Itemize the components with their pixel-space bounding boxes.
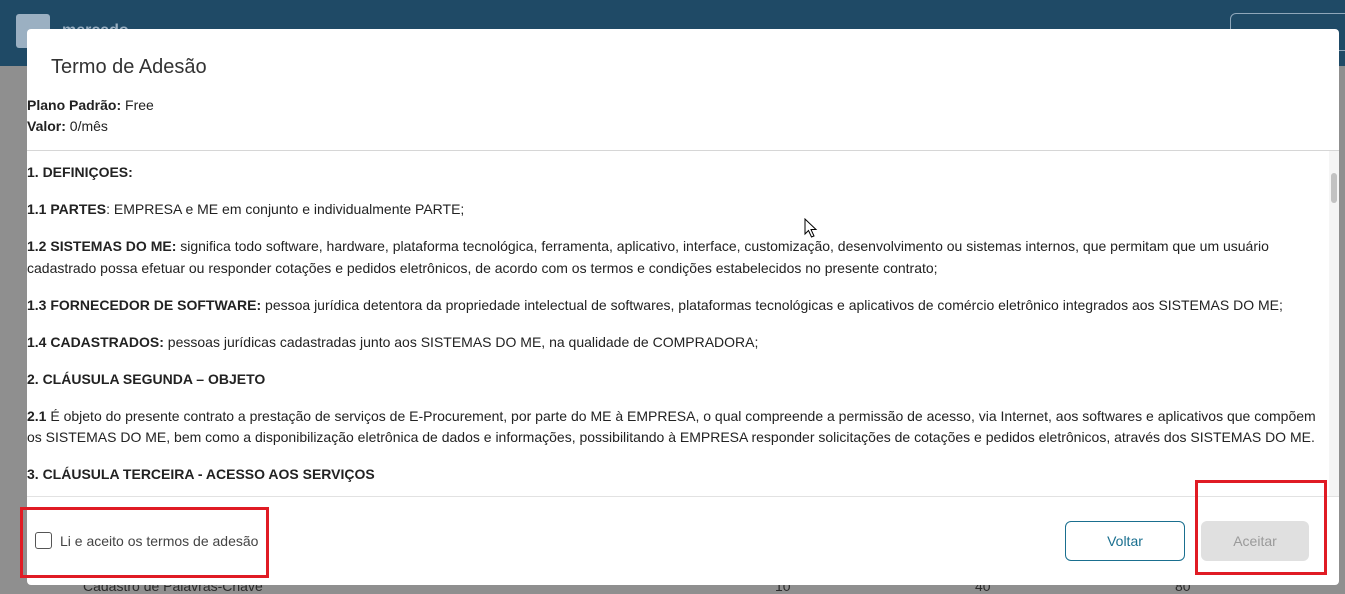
terms-scrollbar[interactable] (1329, 151, 1339, 496)
price-label: Valor: (27, 118, 66, 134)
section-heading: 1.1 PARTES (27, 201, 107, 217)
terms-section: 1.2 SISTEMAS DO ME: significa todo softw… (27, 236, 1329, 279)
highlight-box-checkbox (20, 507, 269, 578)
section-heading: 2. CLÁUSULA SEGUNDA – OBJETO (27, 370, 266, 387)
terms-scroll-area[interactable]: 1. DEFINIÇOES: 1.1 PARTES: EMPRESA e ME … (27, 151, 1339, 496)
highlight-box-accept (1195, 480, 1327, 575)
terms-section: 1.1 PARTES: EMPRESA e ME em conjunto e i… (27, 199, 1329, 221)
section-heading: 1.2 SISTEMAS DO ME: (27, 238, 177, 254)
section-heading: 1.4 CADASTRADOS: (27, 333, 164, 350)
terms-section: 1.3 FORNECEDOR DE SOFTWARE: pessoa juríd… (27, 295, 1329, 317)
section-heading: 2.1 (27, 407, 47, 424)
divider (27, 496, 1339, 497)
terms-text: 1. DEFINIÇOES: 1.1 PARTES: EMPRESA e ME … (27, 162, 1329, 496)
section-text: É objeto do presente contrato a prestaçã… (27, 407, 1316, 446)
terms-section: 2. CLÁUSULA SEGUNDA – OBJETO (27, 369, 1329, 391)
terms-modal: Termo de Adesão Plano Padrão: Free Valor… (27, 29, 1339, 585)
section-heading: 3. CLÁUSULA TERCEIRA - ACESSO AOS SERVIÇ… (27, 466, 375, 482)
price-row: Valor: 0/mês (27, 116, 154, 137)
section-text: : EMPRESA e ME em conjunto e individualm… (106, 201, 465, 217)
section-heading: 1. DEFINIÇOES: (27, 164, 133, 180)
plan-info: Plano Padrão: Free Valor: 0/mês (27, 95, 154, 137)
section-heading: 1.3 FORNECEDOR DE SOFTWARE: (27, 296, 262, 313)
mouse-cursor-icon (804, 218, 818, 238)
terms-section: 1. DEFINIÇOES: (27, 162, 1329, 184)
section-text: significa todo software, hardware, plata… (27, 238, 1269, 276)
plan-value: Free (125, 97, 154, 113)
terms-section: 2.1 É objeto do presente contrato a pres… (27, 406, 1329, 449)
terms-section: 1.4 CADASTRADOS: pessoas jurídicas cadas… (27, 332, 1329, 354)
modal-title: Termo de Adesão (51, 56, 207, 78)
plan-label: Plano Padrão: (27, 97, 122, 113)
section-text: pessoa jurídica detentora da propriedade… (261, 296, 1283, 313)
section-text: pessoas jurídicas cadastradas junto aos … (163, 333, 759, 350)
scrollbar-thumb[interactable] (1331, 173, 1337, 203)
price-value: 0/mês (69, 118, 108, 134)
terms-section: 3. CLÁUSULA TERCEIRA - ACESSO AOS SERVIÇ… (27, 464, 1329, 486)
back-button[interactable]: Voltar (1065, 521, 1185, 561)
plan-row: Plano Padrão: Free (27, 95, 154, 116)
